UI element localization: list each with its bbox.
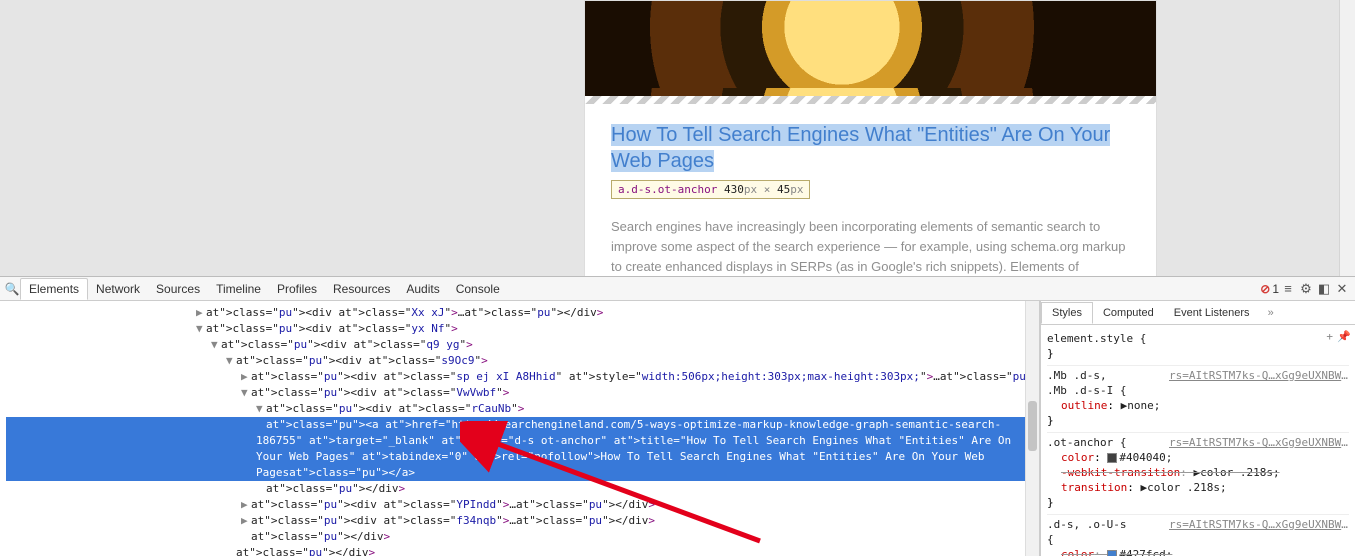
dom-node[interactable]: ▶at">class="pu"><div at">class="f34nqb">… bbox=[6, 513, 1039, 529]
error-count[interactable]: 1 bbox=[1272, 282, 1279, 296]
dom-node[interactable]: ▶at">class="pu"><div at">class="Xx xJ">…… bbox=[6, 305, 1039, 321]
css-rule[interactable]: .Mb .d-s,rs=AItRSTM7ks-Q…xGg9eUXNBWpQ:1.… bbox=[1047, 366, 1349, 433]
css-rule[interactable]: .d-s, .o-U-srs=AItRSTM7ks-Q…xGg9eUXNBWpQ… bbox=[1047, 515, 1349, 556]
pin-icon[interactable]: 📌 bbox=[1337, 329, 1351, 344]
search-icon[interactable]: 🔍 bbox=[4, 282, 20, 296]
new-rule-icon[interactable]: + bbox=[1326, 329, 1333, 344]
tooltip-height: 45 bbox=[777, 183, 790, 196]
dom-node[interactable]: ▶at">class="pu"><div at">class="YPIndd">… bbox=[6, 497, 1039, 513]
article-card: How To Tell Search Engines What "Entitie… bbox=[584, 0, 1157, 317]
page-scrollbar[interactable] bbox=[1339, 0, 1355, 276]
rule-source-link[interactable]: rs=AItRSTM7ks-Q…xGg9eUXNBWpQ:1 bbox=[1169, 517, 1349, 532]
dom-node-selected[interactable]: at">class="pu"><a at">href="http://searc… bbox=[6, 417, 1039, 481]
devtools-toolbar: 🔍 ElementsNetworkSourcesTimelineProfiles… bbox=[0, 277, 1355, 301]
tab-console[interactable]: Console bbox=[448, 279, 508, 299]
dom-node[interactable]: ▼at">class="pu"><div at">class="rCauNb"> bbox=[6, 401, 1039, 417]
dom-node[interactable]: at">class="pu"></div> bbox=[6, 529, 1039, 545]
dock-icon[interactable]: ◧ bbox=[1315, 281, 1333, 297]
styles-more-icon[interactable]: » bbox=[1260, 307, 1282, 319]
dom-node[interactable]: ▼at">class="pu"><div at">class="VwVwbf"> bbox=[6, 385, 1039, 401]
tab-network[interactable]: Network bbox=[88, 279, 148, 299]
dom-node[interactable]: at">class="pu"></div> bbox=[6, 545, 1039, 556]
tooltip-width: 430 bbox=[724, 183, 744, 196]
hero-image bbox=[585, 1, 1156, 96]
styles-tabs: StylesComputedEvent Listeners» bbox=[1041, 301, 1355, 325]
styles-tab-computed[interactable]: Computed bbox=[1093, 303, 1164, 323]
elements-scrollbar[interactable] bbox=[1025, 301, 1039, 556]
styles-tab-styles[interactable]: Styles bbox=[1041, 302, 1093, 324]
dom-node[interactable]: ▼at">class="pu"><div at">class="yx Nf"> bbox=[6, 321, 1039, 337]
styles-panel: StylesComputedEvent Listeners» + 📌 eleme… bbox=[1040, 301, 1355, 556]
element-tooltip: a.d-s.ot-anchor 430px × 45px bbox=[611, 180, 810, 199]
tab-timeline[interactable]: Timeline bbox=[208, 279, 269, 299]
tab-audits[interactable]: Audits bbox=[398, 279, 447, 299]
styles-body[interactable]: + 📌 element.style {}.Mb .d-s,rs=AItRSTM7… bbox=[1041, 325, 1355, 556]
close-icon[interactable]: ✕ bbox=[1333, 281, 1351, 297]
settings-icon[interactable]: ⚙ bbox=[1297, 281, 1315, 297]
tab-profiles[interactable]: Profiles bbox=[269, 279, 325, 299]
dom-node[interactable]: ▼at">class="pu"><div at">class="q9 yg"> bbox=[6, 337, 1039, 353]
tooltip-selector: a.d-s.ot-anchor bbox=[618, 183, 717, 196]
tab-elements[interactable]: Elements bbox=[20, 278, 88, 300]
tab-resources[interactable]: Resources bbox=[325, 279, 398, 299]
tab-sources[interactable]: Sources bbox=[148, 279, 208, 299]
css-rule[interactable]: element.style {} bbox=[1047, 329, 1349, 366]
dom-node[interactable]: ▶at">class="pu"><div at">class="sp ej xI… bbox=[6, 369, 1039, 385]
rule-source-link[interactable]: rs=AItRSTM7ks-Q…xGg9eUXNBWpQ:1 bbox=[1169, 368, 1349, 383]
rule-source-link[interactable]: rs=AItRSTM7ks-Q…xGg9eUXNBWpQ:1 bbox=[1169, 435, 1349, 450]
devtools-panes: ▶at">class="pu"><div at">class="Xx xJ">…… bbox=[0, 301, 1355, 556]
page-area: How To Tell Search Engines What "Entitie… bbox=[0, 0, 1355, 276]
dom-node[interactable]: at">class="pu"></div> bbox=[6, 481, 1039, 497]
devtools: 🔍 ElementsNetworkSourcesTimelineProfiles… bbox=[0, 276, 1355, 556]
styles-tab-event-listeners[interactable]: Event Listeners bbox=[1164, 303, 1260, 323]
zigzag-divider bbox=[585, 96, 1156, 104]
css-rule[interactable]: .ot-anchor {rs=AItRSTM7ks-Q…xGg9eUXNBWpQ… bbox=[1047, 433, 1349, 515]
article-title-link[interactable]: How To Tell Search Engines What "Entitie… bbox=[611, 124, 1110, 172]
elements-panel[interactable]: ▶at">class="pu"><div at">class="Xx xJ">…… bbox=[0, 301, 1040, 556]
dom-node[interactable]: ▼at">class="pu"><div at">class="s9Oc9"> bbox=[6, 353, 1039, 369]
error-badge-icon[interactable]: ⊘ bbox=[1260, 282, 1270, 296]
drawer-icon[interactable]: ≡ bbox=[1279, 281, 1297, 296]
